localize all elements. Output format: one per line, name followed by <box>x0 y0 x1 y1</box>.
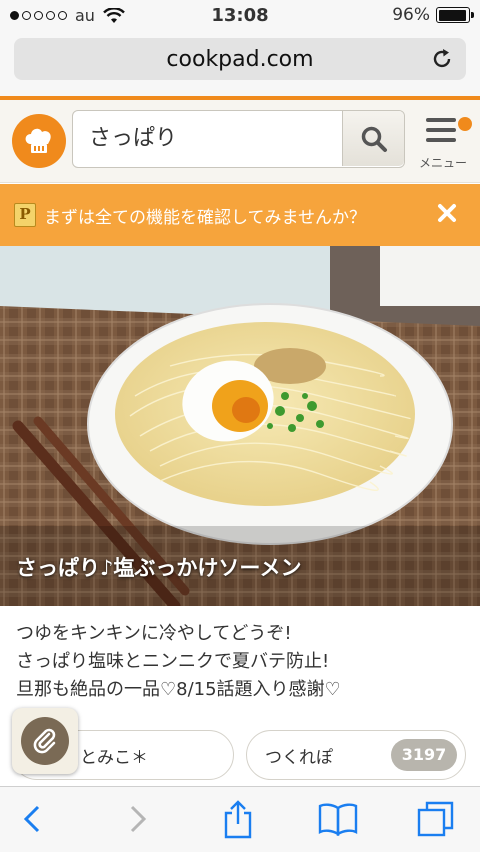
tabs-icon[interactable] <box>414 797 458 841</box>
back-arrow-icon[interactable] <box>10 797 54 841</box>
description-line: さっぱり塩味とニンニクで夏バテ防止! <box>16 651 330 672</box>
menu-button[interactable]: メニュー <box>412 114 474 174</box>
search-button[interactable] <box>342 111 404 166</box>
feature-tour-banner[interactable]: P まずは全ての機能を確認してみませんか？ <box>0 184 480 246</box>
chef-hat-icon[interactable] <box>12 114 66 168</box>
paperclip-icon <box>21 717 69 765</box>
bookmarks-icon[interactable] <box>316 797 360 841</box>
clip-save-button[interactable] <box>12 708 78 774</box>
recipe-description: つゆをキンキンに冷やしてどうぞ! さっぱり塩味とニンニクで夏バテ防止! 旦那も絶… <box>16 620 466 704</box>
tsukurepo-label: つくれぽ <box>265 747 333 768</box>
reload-icon[interactable] <box>430 47 454 71</box>
search-icon <box>361 126 387 152</box>
notification-badge <box>458 117 472 131</box>
hamburger-icon <box>426 118 456 148</box>
close-icon[interactable] <box>432 198 462 228</box>
battery-icon <box>436 7 474 23</box>
points-icon: P <box>14 203 36 227</box>
recipe-photo[interactable]: さっぱり♪塩ぶっかけソーメン <box>0 246 480 606</box>
site-header: さっぱり メニュー <box>0 100 480 183</box>
battery-percent: 96% <box>392 5 430 25</box>
battery-info: 96% <box>392 5 474 25</box>
browser-toolbar <box>0 786 480 852</box>
banner-text[interactable]: まずは全ての機能を確認してみませんか？ <box>44 203 366 228</box>
recipe-title[interactable]: さっぱり♪塩ぶっかけソーメン <box>16 552 302 582</box>
url-text: cookpad.com <box>166 46 314 72</box>
description-line: つゆをキンキンに冷やしてどうぞ! <box>16 623 292 644</box>
description-line: 旦那も絶品の一品♡8/15話題入り感謝♡ <box>16 679 341 700</box>
tsukurepo-link[interactable]: つくれぽ 3197 <box>246 730 466 780</box>
forward-arrow-icon[interactable] <box>116 797 160 841</box>
share-icon[interactable] <box>216 797 260 841</box>
tsukurepo-count: 3197 <box>391 739 457 771</box>
search-box: さっぱり <box>72 110 405 168</box>
menu-label: メニュー <box>418 156 467 170</box>
address-bar[interactable]: cookpad.com <box>14 38 466 80</box>
browser-chrome: cookpad.com <box>0 30 480 96</box>
status-bar: au 13:08 96% <box>0 0 480 30</box>
search-input[interactable]: さっぱり <box>73 111 343 166</box>
